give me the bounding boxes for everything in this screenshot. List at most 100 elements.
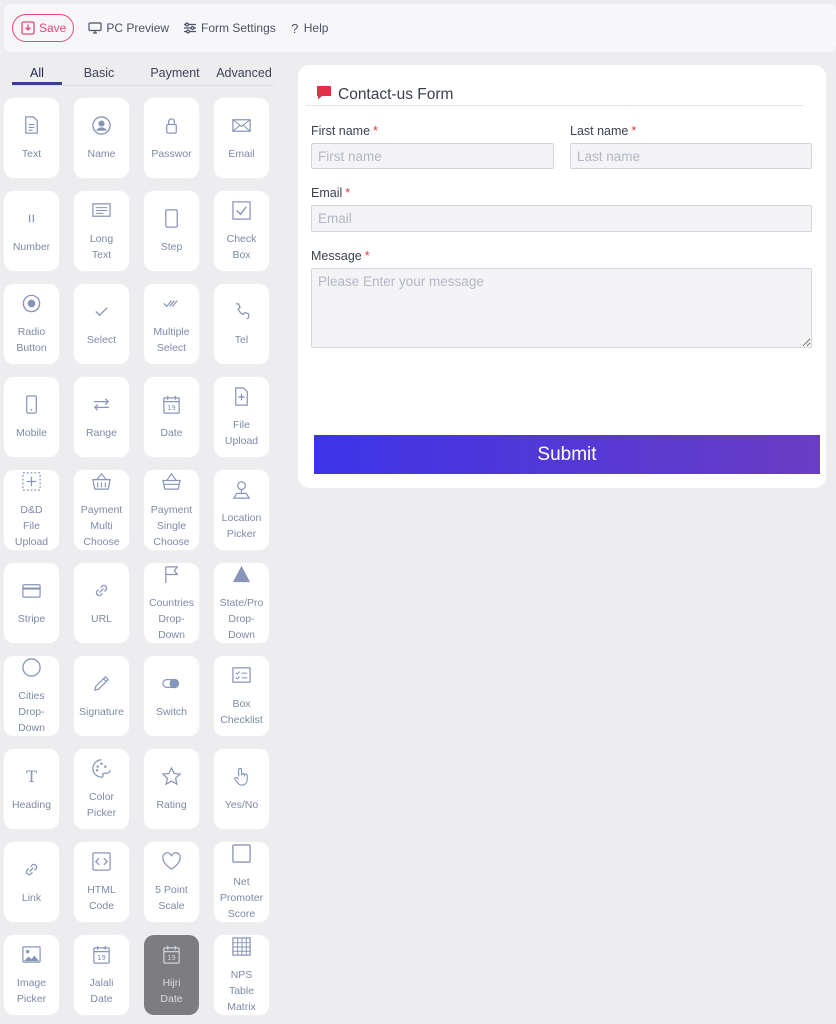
palette-item-nps-table-matrix[interactable]: NPS Table Matrix (214, 935, 269, 1015)
double-check-icon (161, 293, 182, 319)
palette-item-html-code[interactable]: HTML Code (74, 842, 129, 922)
save-button[interactable]: Save (12, 14, 75, 42)
help-button[interactable]: ? Help (290, 20, 329, 36)
palette-item-cities-drop-down[interactable]: Cities Drop- Down (4, 656, 59, 736)
palette-item-state-pro-drop-down[interactable]: State/Pro Drop- Down (214, 563, 269, 643)
required-mark: * (364, 249, 370, 263)
required-mark: * (345, 186, 351, 200)
palette-item-payment-single-choose[interactable]: Payment Single Choose (144, 470, 199, 550)
palette-item-email[interactable]: Email (214, 98, 269, 178)
tab-basic[interactable]: Basic (62, 62, 136, 85)
palette-item-check-box[interactable]: Check Box (214, 191, 269, 271)
palette-item-radio-button[interactable]: Radio Button (4, 284, 59, 364)
calendar-icon: 19 (161, 394, 182, 420)
palette-item-label: Radio Button (16, 325, 47, 354)
palette-item-label: Number (12, 240, 51, 253)
required-mark: * (373, 124, 378, 138)
basket-icon (91, 471, 112, 497)
palette-item-select[interactable]: Select (74, 284, 129, 364)
palette-item-signature[interactable]: Signature (74, 656, 129, 736)
palette-item-countries-drop-down[interactable]: Countries Drop- Down (144, 563, 199, 643)
palette-item-5-point-scale[interactable]: 5 Point Scale (144, 842, 199, 922)
triangle-icon (231, 564, 252, 590)
palette-item-label: NPS Table Matrix (227, 968, 256, 1013)
form-settings-button[interactable]: Form Settings (183, 21, 276, 35)
palette-item-location-picker[interactable]: Location Picker (214, 470, 269, 550)
palette-item-label: Jalali Date (89, 976, 114, 1005)
palette-item-payment-multi-choose[interactable]: Payment Multi Choose (74, 470, 129, 550)
tab-all[interactable]: All (12, 62, 62, 85)
step-icon (161, 208, 182, 234)
palette-item-net-promoter-score[interactable]: Net Promoter Score (214, 842, 269, 922)
link-icon (91, 580, 112, 606)
message-textarea[interactable] (311, 268, 812, 348)
palette-item-label: Heading (11, 798, 52, 811)
palette-item-name[interactable]: Name (74, 98, 129, 178)
mobile-icon (21, 394, 42, 420)
tab-payment[interactable]: Payment (136, 62, 214, 85)
palette-item-passwor[interactable]: Passwor (144, 98, 199, 178)
palette-item-color-picker[interactable]: Color Picker (74, 749, 129, 829)
palette-item-date[interactable]: 19 Date (144, 377, 199, 457)
number-bars-icon (21, 208, 42, 234)
palette-item-d-d-file-upload[interactable]: D&D File Upload (4, 470, 59, 550)
link-icon (21, 859, 42, 885)
table-grid-icon (231, 936, 252, 962)
chat-bubble-icon (316, 85, 332, 105)
palette-item-text[interactable]: Text (4, 98, 59, 178)
email-input[interactable] (311, 205, 812, 232)
email-label: Email * (311, 186, 350, 200)
palette-item-rating[interactable]: Rating (144, 749, 199, 829)
palette-item-file-upload[interactable]: File Upload (214, 377, 269, 457)
palette-item-jalali-date[interactable]: 19 Jalali Date (74, 935, 129, 1015)
palette-item-number[interactable]: Number (4, 191, 59, 271)
calendar-icon: 19 (161, 944, 182, 970)
palette-item-heading[interactable]: T Heading (4, 749, 59, 829)
palette-item-tel[interactable]: Tel (214, 284, 269, 364)
long-text-icon (91, 200, 112, 226)
palette-item-yes-no[interactable]: Yes/No (214, 749, 269, 829)
palette-item-label: Net Promoter Score (219, 875, 264, 920)
palette-item-step[interactable]: Step (144, 191, 199, 271)
submit-button[interactable]: Submit (314, 435, 820, 474)
palette-item-label: Location Picker (221, 511, 262, 540)
tab-advanced[interactable]: Advanced (214, 62, 274, 85)
last-name-label-text: Last name (570, 124, 629, 138)
credit-card-icon (21, 580, 42, 606)
palette-item-stripe[interactable]: Stripe (4, 563, 59, 643)
field-palette: Text Name Passwor Email Number Long Text Step C… (4, 98, 274, 1015)
svg-text:19: 19 (97, 954, 106, 962)
field-category-tabs: All Basic Payment Advanced (12, 62, 274, 86)
palette-item-range[interactable]: Range (74, 377, 129, 457)
heading-t-icon: T (21, 766, 42, 792)
dashed-plus-icon (21, 471, 42, 497)
last-name-input[interactable] (570, 143, 812, 169)
palette-item-label: Name (87, 147, 116, 160)
palette-item-box-checklist[interactable]: Box Checklist (214, 656, 269, 736)
sliders-icon (183, 22, 197, 34)
palette-item-label: Rating (156, 798, 187, 811)
image-icon (21, 944, 42, 970)
palette-item-hijri-date[interactable]: 19 Hijri Date (144, 935, 199, 1015)
palette-item-link[interactable]: Link (4, 842, 59, 922)
palette-item-label: HTML Code (87, 883, 116, 912)
palette-item-multiple-select[interactable]: Multiple Select (144, 284, 199, 364)
palette-item-long-text[interactable]: Long Text (74, 191, 129, 271)
palette-item-image-picker[interactable]: Image Picker (4, 935, 59, 1015)
palette-item-label: Hijri Date (160, 976, 183, 1005)
palette-item-label: Select (86, 333, 117, 346)
question-mark-icon: ? (291, 20, 299, 36)
first-name-input[interactable] (311, 143, 554, 169)
title-divider (306, 105, 804, 106)
form-settings-label: Form Settings (201, 21, 276, 35)
pc-preview-button[interactable]: PC Preview (88, 21, 169, 35)
toggle-icon (161, 673, 182, 699)
help-label: Help (303, 21, 329, 35)
code-icon (91, 851, 112, 877)
palette-item-url[interactable]: URL (74, 563, 129, 643)
lock-icon (161, 115, 182, 141)
palette-item-switch[interactable]: Switch (144, 656, 199, 736)
hand-pointer-icon (231, 766, 252, 792)
pencil-icon (91, 673, 112, 699)
palette-item-mobile[interactable]: Mobile (4, 377, 59, 457)
